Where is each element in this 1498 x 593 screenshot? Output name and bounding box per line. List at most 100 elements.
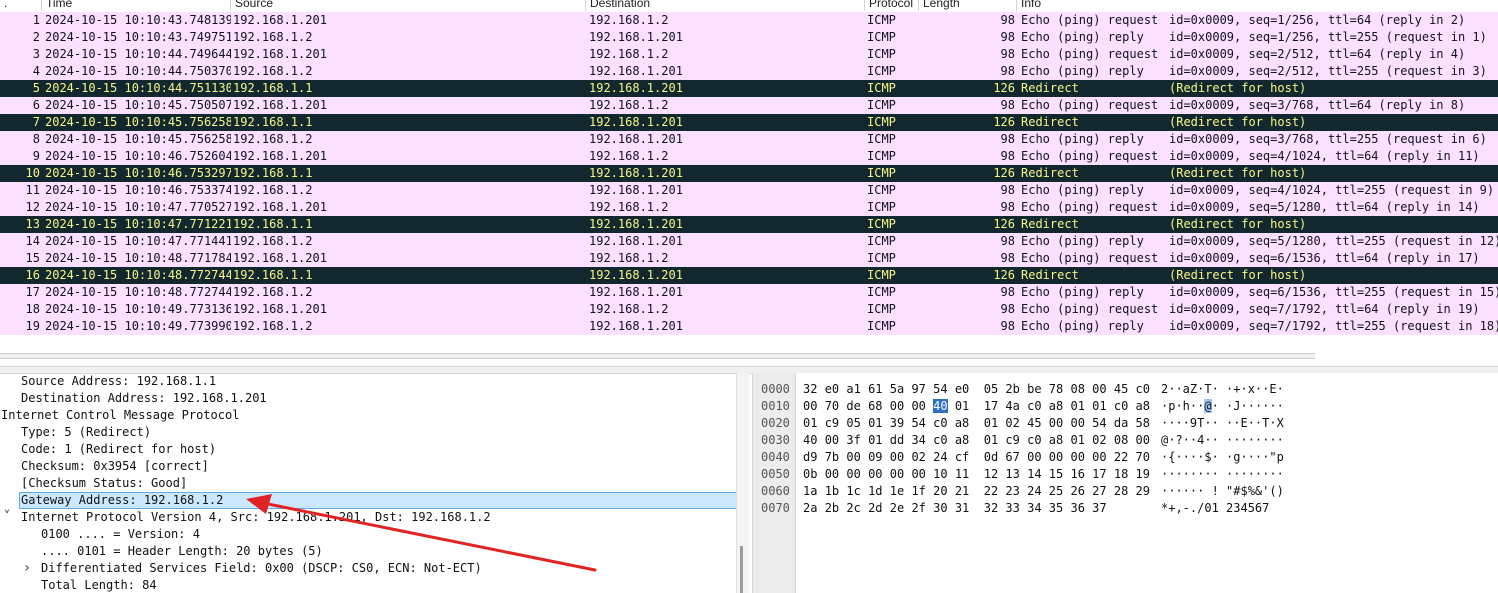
hex-byte[interactable]: c0 xyxy=(1027,399,1041,413)
hex-byte[interactable]: 17 xyxy=(984,399,998,413)
ascii-bytes[interactable]: *+,-./01 234567 xyxy=(1161,500,1269,517)
ascii-bytes[interactable]: ····9T·· ··E··T·X xyxy=(1161,415,1284,432)
hex-bytes[interactable]: 32 e0 a1 61 5a 97 54 e0 05 2b be 78 08 0… xyxy=(803,381,1150,398)
hex-byte[interactable]: 26 xyxy=(1070,484,1084,498)
hex-byte[interactable]: 61 xyxy=(868,382,882,396)
hex-byte[interactable]: 05 xyxy=(846,416,860,430)
detail-row[interactable]: Source Address: 192.168.1.1 xyxy=(0,373,736,390)
hex-byte[interactable]: 01 xyxy=(1070,399,1084,413)
packet-row[interactable]: 14 2024-10-15 10:10:47.771441 192.168.1.2 1… xyxy=(0,233,1498,250)
hex-byte[interactable]: 37 xyxy=(1092,501,1106,515)
hex-byte[interactable]: 15 xyxy=(1049,467,1063,481)
column-header-protocol[interactable]: Protocol xyxy=(865,0,919,11)
hex-byte[interactable]: 17 xyxy=(1092,467,1106,481)
hex-byte[interactable]: 08 xyxy=(1114,433,1128,447)
hex-byte[interactable]: 25 xyxy=(1049,484,1063,498)
packet-bytes-pane[interactable]: 0000 32 e0 a1 61 5a 97 54 e0 05 2b be 78 … xyxy=(752,373,1498,593)
hex-byte[interactable]: 28 xyxy=(1114,484,1128,498)
hex-row[interactable]: 0020 01 c9 05 01 39 54 c0 a8 01 02 45 00 … xyxy=(753,415,1498,432)
detail-row[interactable]: ˅ Internet Protocol Version 4, Src: 192.1… xyxy=(0,509,736,526)
hex-byte[interactable]: 21 xyxy=(955,484,969,498)
hex-row[interactable]: 0000 32 e0 a1 61 5a 97 54 e0 05 2b be 78 … xyxy=(753,381,1498,398)
hex-byte[interactable]: 7b xyxy=(825,450,839,464)
hex-byte[interactable]: 22 xyxy=(1114,450,1128,464)
hex-byte[interactable]: 54 xyxy=(1092,416,1106,430)
hex-byte[interactable]: 70 xyxy=(825,399,839,413)
hex-byte[interactable]: 00 xyxy=(846,450,860,464)
hex-byte[interactable]: 02 xyxy=(1005,416,1019,430)
hex-byte[interactable]: 00 xyxy=(890,450,904,464)
hex-byte[interactable]: c9 xyxy=(825,416,839,430)
hex-byte[interactable]: 24 xyxy=(1027,484,1041,498)
packet-list[interactable]: 1 2024-10-15 10:10:43.748139 192.168.1.201… xyxy=(0,12,1498,347)
hex-bytes[interactable]: 0b 00 00 00 00 00 10 11 12 13 14 15 16 1… xyxy=(803,466,1150,483)
hex-byte[interactable]: 02 xyxy=(1092,433,1106,447)
hex-byte[interactable]: 00 xyxy=(825,467,839,481)
hex-byte[interactable]: 02 xyxy=(911,450,925,464)
hex-byte[interactable]: e0 xyxy=(825,382,839,396)
packet-row[interactable]: 5 2024-10-15 10:10:44.751130 192.168.1.1 19… xyxy=(0,80,1498,97)
hex-byte[interactable]: 00 xyxy=(1092,382,1106,396)
hex-bytes[interactable]: 40 00 3f 01 dd 34 c0 a8 01 c9 c0 a8 01 0… xyxy=(803,432,1150,449)
hex-byte[interactable]: 01 xyxy=(868,416,882,430)
hex-byte[interactable]: 34 xyxy=(911,433,925,447)
hex-bytes[interactable]: 2a 2b 2c 2d 2e 2f 30 31 32 33 34 35 36 3… xyxy=(803,500,1107,517)
hex-byte[interactable]: cf xyxy=(955,450,969,464)
detail-row[interactable]: [Checksum Status: Good] xyxy=(0,475,736,492)
hex-byte[interactable]: 09 xyxy=(868,450,882,464)
packet-list-scrollbar[interactable] xyxy=(0,353,1315,359)
hex-byte[interactable]: 54 xyxy=(933,382,947,396)
hex-byte[interactable]: d9 xyxy=(803,450,817,464)
chevron-down-icon[interactable]: ˅ xyxy=(1,509,13,526)
ascii-bytes[interactable]: ········ ········ xyxy=(1161,466,1284,483)
details-scrollbar[interactable] xyxy=(736,373,749,593)
hex-byte[interactable]: 01 xyxy=(984,433,998,447)
hex-byte[interactable]: 00 xyxy=(890,467,904,481)
hex-byte[interactable]: 40 xyxy=(803,433,817,447)
hex-byte[interactable]: 2a xyxy=(803,501,817,515)
hex-byte[interactable]: 00 xyxy=(1049,416,1063,430)
detail-row[interactable]: Type: 5 (Redirect) xyxy=(0,424,736,441)
hex-byte[interactable]: 01 xyxy=(1070,433,1084,447)
hex-byte[interactable]: da xyxy=(1114,416,1128,430)
hex-row[interactable]: 0050 0b 00 00 00 00 00 10 11 12 13 14 15 … xyxy=(753,466,1498,483)
hex-byte[interactable]: 33 xyxy=(1005,501,1019,515)
hex-byte[interactable]: 00 xyxy=(911,399,925,413)
hex-byte[interactable]: de xyxy=(846,399,860,413)
hex-byte[interactable]: a8 xyxy=(955,433,969,447)
hex-bytes[interactable]: 1a 1b 1c 1d 1e 1f 20 21 22 23 24 25 26 2… xyxy=(803,483,1150,500)
column-header-info[interactable]: Info xyxy=(1017,0,1498,11)
hex-byte[interactable]: 23 xyxy=(1005,484,1019,498)
packet-row[interactable]: 16 2024-10-15 10:10:48.772744 192.168.1.1 1… xyxy=(0,267,1498,284)
hex-byte[interactable]: 19 xyxy=(1136,467,1150,481)
hex-byte[interactable]: 31 xyxy=(955,501,969,515)
hex-byte[interactable]: 1d xyxy=(868,484,882,498)
ascii-bytes[interactable]: 2··aZ·T· ·+·x··E· xyxy=(1161,381,1284,398)
hex-bytes[interactable]: 00 70 de 68 00 00 40 01 17 4a c0 a8 01 0… xyxy=(803,398,1150,415)
hex-byte[interactable]: 00 xyxy=(911,467,925,481)
hex-byte[interactable]: 1c xyxy=(846,484,860,498)
hex-byte[interactable]: 05 xyxy=(984,382,998,396)
hex-byte[interactable]: 1e xyxy=(890,484,904,498)
hex-byte[interactable]: a8 xyxy=(1049,433,1063,447)
hex-byte[interactable]: 10 xyxy=(933,467,947,481)
hex-byte[interactable]: 68 xyxy=(868,399,882,413)
detail-row[interactable]: › Differentiated Services Field: 0x00 (DS… xyxy=(0,560,736,577)
hex-byte[interactable]: 54 xyxy=(911,416,925,430)
hex-byte[interactable]: 20 xyxy=(933,484,947,498)
packet-row[interactable]: 9 2024-10-15 10:10:46.752604 192.168.1.201… xyxy=(0,148,1498,165)
hex-row[interactable]: 0040 d9 7b 00 09 00 02 24 cf 0d 67 00 00 … xyxy=(753,449,1498,466)
packet-row[interactable]: 12 2024-10-15 10:10:47.770527 192.168.1.20… xyxy=(0,199,1498,216)
hex-bytes[interactable]: 01 c9 05 01 39 54 c0 a8 01 02 45 00 00 5… xyxy=(803,415,1150,432)
hex-byte[interactable]: e0 xyxy=(955,382,969,396)
hex-row[interactable]: 0060 1a 1b 1c 1d 1e 1f 20 21 22 23 24 25 … xyxy=(753,483,1498,500)
hex-byte[interactable]: 1b xyxy=(825,484,839,498)
detail-row[interactable]: .... 0101 = Header Length: 20 bytes (5) xyxy=(0,543,736,560)
hex-byte[interactable]: 14 xyxy=(1027,467,1041,481)
hex-byte[interactable]: 2f xyxy=(911,501,925,515)
hex-row[interactable]: 0070 2a 2b 2c 2d 2e 2f 30 31 32 33 34 35 … xyxy=(753,500,1498,517)
hex-row[interactable]: 0030 40 00 3f 01 dd 34 c0 a8 01 c9 c0 a8 … xyxy=(753,432,1498,449)
hex-byte[interactable]: 00 xyxy=(825,433,839,447)
hex-byte[interactable]: 39 xyxy=(890,416,904,430)
hex-byte[interactable]: 01 xyxy=(955,399,969,413)
